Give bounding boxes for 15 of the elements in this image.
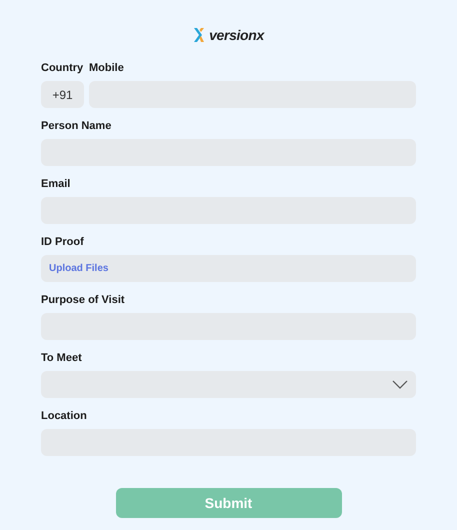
submit-button[interactable]: Submit bbox=[116, 488, 342, 518]
logo-text: versionx bbox=[209, 28, 264, 42]
field-label: To Meet bbox=[41, 351, 83, 365]
field-label: ID Proof bbox=[41, 235, 85, 249]
field-label: Location bbox=[41, 409, 88, 423]
field-label: Mobile bbox=[89, 61, 125, 75]
upload-field[interactable]: Upload Files bbox=[41, 255, 416, 282]
upload-files-link[interactable]: Upload Files bbox=[49, 261, 108, 276]
chevron-down-icon bbox=[392, 380, 408, 389]
field-label: Email bbox=[41, 177, 72, 191]
field-label: Purpose of Visit bbox=[41, 293, 126, 307]
select-field[interactable] bbox=[41, 371, 416, 398]
field-label: Person Name bbox=[41, 119, 112, 133]
country-code-field[interactable]: +91 bbox=[41, 81, 84, 108]
field-label: Country bbox=[41, 61, 84, 75]
